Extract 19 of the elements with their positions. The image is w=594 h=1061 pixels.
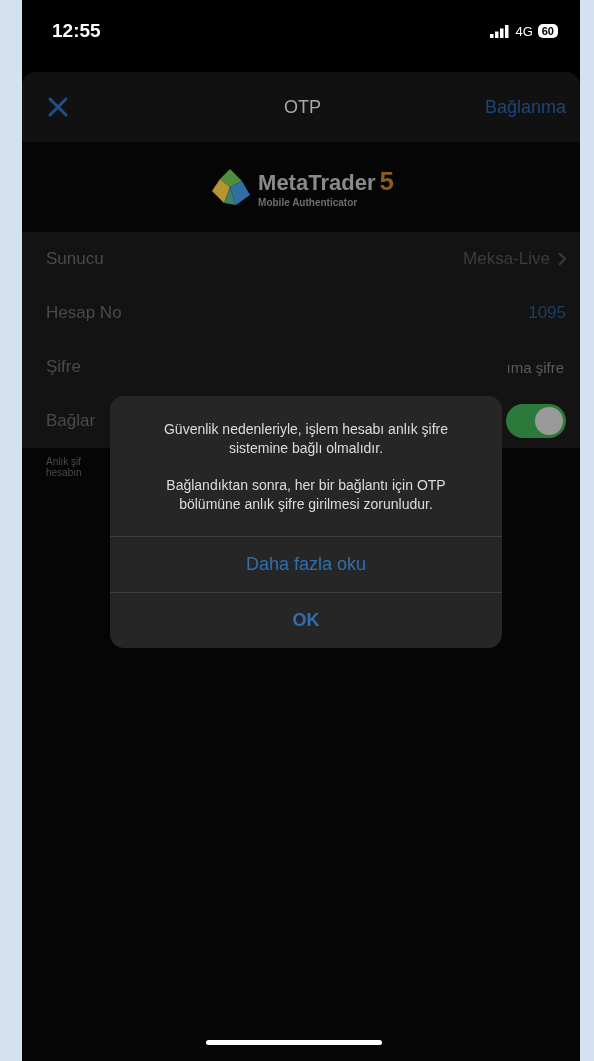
- version-number: 5: [379, 166, 394, 197]
- account-number: 1095: [528, 303, 566, 323]
- chevron-icon: [558, 252, 566, 266]
- password-field[interactable]: ıma şifre: [366, 357, 566, 377]
- battery-level: 60: [537, 24, 558, 38]
- footnote-text: Anlık şif: [46, 456, 82, 467]
- brand-name: MetaTrader: [258, 170, 376, 196]
- alert-message: Güvenlik nedenleriyle, işlem hesabı anlık şifre sistemine bağlı olmalıdır.: [163, 420, 449, 458]
- toggle-switch[interactable]: [506, 404, 566, 438]
- brand-subtitle: Mobile Authenticator: [258, 197, 359, 208]
- alert-button[interactable]: Daha fazla oku: [110, 536, 502, 592]
- signal-icon: [490, 24, 511, 38]
- alert-button[interactable]: OK: [110, 592, 502, 648]
- network-label: 4G: [515, 23, 533, 39]
- connect-link[interactable]: Bağlanma: [484, 96, 566, 118]
- status-time: 12:55: [52, 20, 101, 42]
- alert-message: Bağlandıktan sonra, her bir bağlantı için OTP bölümüne anlık şifre girilmesi zorunludur.: [165, 476, 447, 514]
- screen-title: OTP: [284, 96, 321, 118]
- footnote-text: hesabın: [46, 467, 83, 478]
